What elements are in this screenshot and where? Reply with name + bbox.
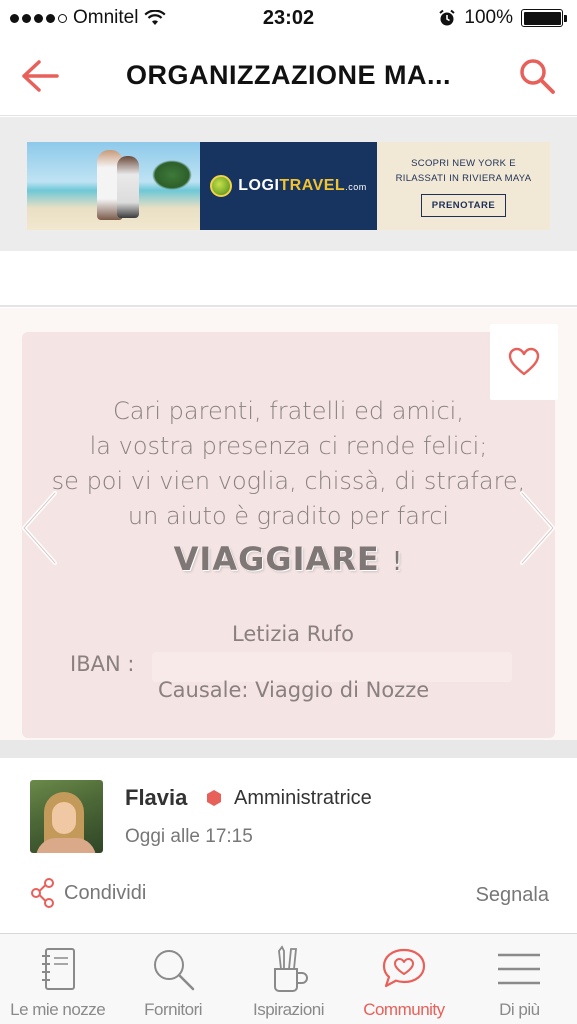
heart-icon [508, 347, 540, 376]
section-spacer [0, 251, 577, 307]
card-highlight-suffix: ! [391, 547, 404, 577]
status-right: 100% [367, 7, 567, 29]
chat-heart-icon [380, 944, 428, 994]
pencil-cup-icon [265, 944, 313, 994]
globe-logo-icon [210, 175, 233, 197]
search-icon [520, 58, 555, 94]
ad-cta-panel: SCOPRI NEW YORK E RILASSATI IN RIVIERA M… [377, 142, 550, 230]
menu-icon [495, 944, 543, 994]
gallery-divider [0, 740, 577, 758]
share-button[interactable]: Condividi [30, 878, 146, 908]
ad-cta-text: SCOPRI NEW YORK E RILASSATI IN RIVIERA M… [396, 156, 532, 186]
ad-cta-line2: RILASSATI IN RIVIERA MAYA [395, 172, 532, 184]
card-causale: Causale: Viaggio di Nozze [158, 678, 430, 702]
signal-strength-icon [10, 13, 67, 23]
logo-logi: LOGI [238, 177, 280, 194]
status-left: Omnitel [10, 7, 210, 29]
avatar[interactable] [30, 780, 103, 853]
tab-label: Ispirazioni [252, 1000, 325, 1019]
card-poem: Cari parenti, fratelli ed amici, la vost… [22, 394, 555, 534]
post-timestamp: Oggi alle 17:15 [125, 826, 253, 847]
back-button[interactable] [0, 36, 80, 116]
prenotare-button[interactable]: PRENOTARE [420, 193, 507, 217]
logitravel-logo: LOGITRAVEL.com [200, 142, 377, 230]
notebook-icon [34, 944, 82, 994]
photo-gallery: Cari parenti, fratelli ed amici, la vost… [0, 308, 577, 740]
status-time: 23:02 [262, 6, 315, 29]
tab-label: Fornitori [144, 1000, 203, 1019]
ad-area: LOGITRAVEL.com SCOPRI NEW YORK E RILASSA… [0, 117, 577, 251]
battery-icon [521, 9, 567, 27]
author-section: Flavia Amministratrice Oggi alle 17:15 C… [0, 758, 577, 933]
next-image-button[interactable] [515, 488, 561, 568]
admin-badge-icon [207, 790, 221, 806]
wifi-icon [144, 10, 167, 25]
navigation-bar: ORGANIZZAZIONE MA... [0, 36, 577, 116]
card-iban-label: IBAN : [70, 652, 135, 676]
back-arrow-icon [22, 59, 59, 92]
card-line: se poi vi vien voglia, chissà, di strafa… [51, 467, 526, 495]
logo-domain: .com [345, 182, 367, 192]
author-role: Amministratrice [234, 787, 372, 809]
tab-fornitori[interactable]: Fornitori [115, 934, 230, 1024]
favorite-button[interactable] [490, 324, 558, 400]
tab-le-mie-nozze[interactable]: Le mie nozze [0, 934, 115, 1024]
tab-label: Le mie nozze [10, 1000, 106, 1019]
author-name[interactable]: Flavia [125, 785, 187, 811]
chevron-right-icon [520, 491, 555, 565]
carrier-name: Omnitel [73, 7, 139, 28]
card-signature: Letizia Rufo [232, 622, 354, 646]
share-label: Condividi [64, 881, 147, 904]
ad-cta-line1: SCOPRI NEW YORK E [411, 157, 516, 169]
invitation-card-image: Cari parenti, fratelli ed amici, la vost… [22, 332, 555, 738]
chevron-left-icon [22, 491, 57, 565]
status-bar: Omnitel 23:02 100% [0, 0, 577, 36]
tab-community[interactable]: Community [346, 934, 461, 1024]
beach-couple-photo [27, 142, 200, 230]
tab-di-piu[interactable]: Di più [462, 934, 577, 1024]
report-button[interactable]: Segnala [476, 884, 549, 907]
search-button[interactable] [497, 36, 577, 116]
page-title: ORGANIZZAZIONE MA... [126, 60, 451, 90]
search-icon [149, 944, 197, 994]
previous-image-button[interactable] [16, 488, 62, 568]
tab-ispirazioni[interactable]: Ispirazioni [231, 934, 346, 1024]
tab-label: Community [363, 1000, 445, 1019]
tab-label: Di più [499, 1000, 540, 1019]
battery-percent: 100% [464, 7, 513, 28]
card-line: Cari parenti, fratelli ed amici, [113, 397, 464, 425]
logo-text: LOGITRAVEL.com [238, 177, 366, 195]
share-icon [31, 878, 54, 908]
tab-bar: Le mie nozze Fornitori Ispirazioni Commu… [0, 933, 577, 1024]
card-line: un aiuto è gradito per farci [127, 502, 450, 530]
alarm-icon [439, 9, 456, 26]
card-line: la vostra presenza ci rende felici; [89, 432, 488, 460]
ad-banner[interactable]: LOGITRAVEL.com SCOPRI NEW YORK E RILASSA… [27, 142, 550, 230]
card-highlight-word: VIAGGIARE [173, 540, 380, 578]
logo-travel: TRAVEL [279, 177, 346, 194]
card-highlight: VIAGGIARE ! [22, 540, 555, 578]
